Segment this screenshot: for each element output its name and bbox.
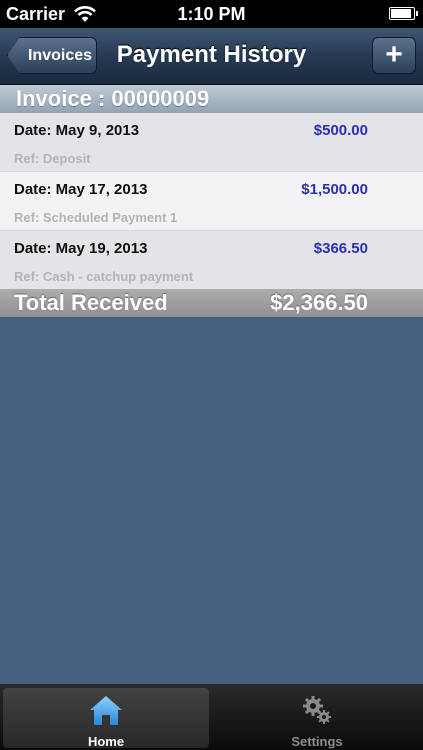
payment-amount: $500.00 — [313, 122, 368, 139]
payment-amount: $1,500.00 — [301, 181, 368, 198]
tab-settings[interactable]: Settings — [214, 688, 420, 749]
payment-list: Date: May 9, 2013 $500.00 Ref: Deposit D… — [0, 113, 423, 290]
gears-icon — [303, 696, 331, 724]
battery-icon — [389, 7, 418, 20]
invoice-header: Invoice : 00000009 — [0, 85, 423, 113]
status-bar: Carrier 1:10 PM — [0, 0, 423, 28]
total-received-bar: Total Received $2,366.50 — [0, 289, 423, 317]
tab-home-label: Home — [87, 734, 125, 749]
payment-date: Date: May 17, 2013 — [14, 181, 148, 198]
payment-row[interactable]: Date: May 19, 2013 $366.50 Ref: Cash - c… — [0, 231, 423, 290]
home-icon — [90, 696, 122, 725]
payment-date: Date: May 9, 2013 — [14, 122, 140, 139]
navigation-bar: Invoices Payment History + — [0, 28, 423, 85]
payment-ref: Ref: Cash - catchup payment — [14, 269, 194, 284]
payment-ref: Ref: Deposit — [14, 151, 91, 166]
payment-row[interactable]: Date: May 17, 2013 $1,500.00 Ref: Schedu… — [0, 172, 423, 231]
total-label: Total Received — [14, 290, 168, 315]
page-title: Payment History — [116, 41, 307, 68]
payment-ref: Ref: Scheduled Payment 1 — [14, 210, 178, 225]
total-value: $2,366.50 — [270, 290, 368, 315]
payment-amount: $366.50 — [313, 240, 368, 257]
tab-home[interactable]: Home — [3, 688, 209, 749]
tab-settings-label: Settings — [291, 734, 343, 749]
clock: 1:10 PM — [177, 4, 246, 24]
add-payment-button[interactable]: + — [372, 37, 416, 74]
payment-date: Date: May 19, 2013 — [14, 240, 148, 257]
payment-row[interactable]: Date: May 9, 2013 $500.00 Ref: Deposit — [0, 113, 423, 172]
tab-bar: Home Settings — [0, 684, 423, 750]
